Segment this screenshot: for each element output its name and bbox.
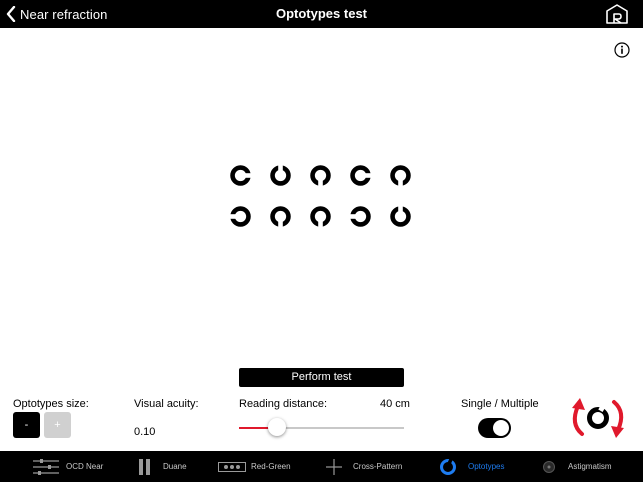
astigmatism-icon — [543, 460, 555, 473]
header-bar: Near refraction Optotypes test — [0, 0, 643, 28]
red-green-icon — [218, 461, 246, 472]
size-increase-button[interactable]: + — [44, 412, 71, 438]
reading-distance-slider[interactable] — [239, 418, 404, 436]
visual-acuity-value: 0.10 — [134, 426, 156, 438]
page-title: Optotypes test — [275, 6, 367, 21]
landolt-ring-icon — [440, 457, 456, 475]
visual-acuity-label: Visual acuity: — [134, 398, 199, 410]
tab-optotypes[interactable]: Optotypes — [439, 451, 504, 482]
tab-label: Astigmatism — [568, 462, 612, 471]
landolt-ring-icon — [310, 165, 331, 187]
info-button[interactable] — [614, 42, 630, 58]
reading-distance-label: Reading distance: — [239, 398, 328, 410]
bottom-tab-bar: OCD Near Duane Red-Green Cross-Pattern O… — [0, 451, 643, 482]
size-decrease-button[interactable]: - — [13, 412, 40, 438]
landolt-ring-icon — [310, 206, 331, 228]
optotype-grid — [229, 164, 415, 232]
home-button[interactable] — [605, 4, 629, 24]
landolt-ring-icon — [230, 165, 252, 186]
tab-label: Cross-Pattern — [353, 462, 403, 471]
tab-label: Duane — [163, 462, 187, 471]
tab-label: Optotypes — [468, 462, 505, 471]
tab-astigmatism[interactable]: Astigmatism — [542, 451, 612, 482]
tab-label: OCD Near — [66, 462, 104, 471]
landolt-ring-icon — [270, 206, 291, 228]
landolt-ring-icon — [349, 206, 371, 227]
cross-icon — [326, 458, 342, 475]
tab-cross-pattern[interactable]: Cross-Pattern — [326, 451, 402, 482]
duane-bars-icon — [139, 458, 150, 475]
single-multiple-toggle[interactable] — [478, 418, 511, 438]
landolt-ring-icon — [350, 165, 372, 186]
landolt-ring-icon — [390, 165, 411, 187]
landolt-ring-icon — [390, 205, 411, 227]
single-multiple-label: Single / Multiple — [461, 398, 539, 410]
reading-distance-value: 40 cm — [380, 398, 410, 410]
perform-test-button[interactable]: Perform test — [239, 368, 404, 387]
toggle-knob — [493, 420, 509, 436]
slider-thumb[interactable] — [267, 418, 286, 436]
tab-label: Red-Green — [251, 462, 291, 471]
tab-duane[interactable]: Duane — [139, 451, 187, 482]
rotate-optotype-button[interactable] — [566, 396, 630, 440]
home-icon — [606, 4, 628, 24]
rotate-optotype-icon — [572, 398, 624, 438]
landolt-ring-icon — [229, 206, 251, 227]
tab-red-green[interactable]: Red-Green — [218, 451, 291, 482]
info-icon — [614, 42, 630, 58]
landolt-ring-icon — [270, 164, 291, 186]
sliders-icon — [33, 458, 59, 475]
tab-ocd-near[interactable]: OCD Near — [32, 451, 103, 482]
optotypes-size-label: Optotypes size: — [13, 398, 89, 410]
